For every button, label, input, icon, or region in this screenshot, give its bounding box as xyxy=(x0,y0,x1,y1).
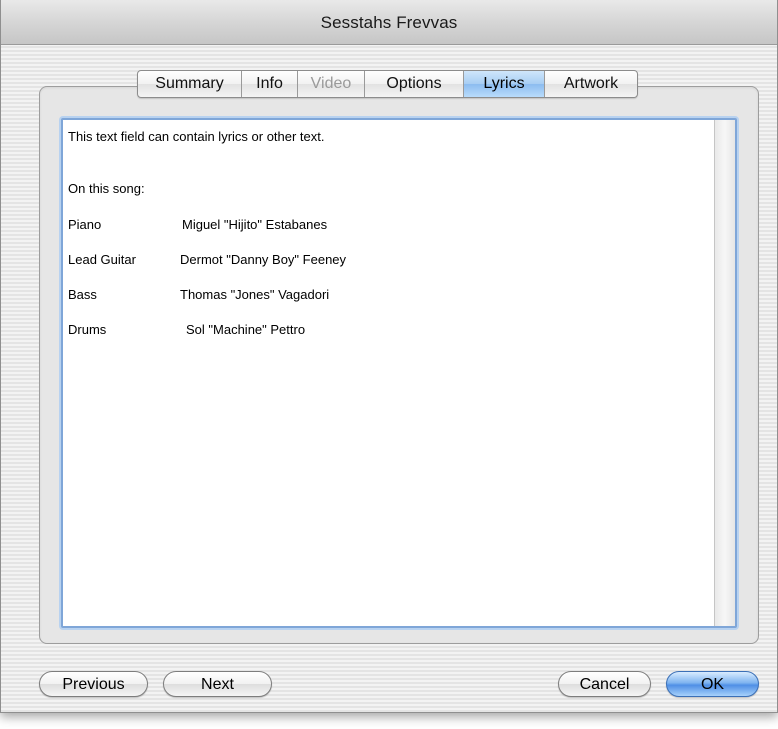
lyrics-section-heading: On this song: xyxy=(68,181,145,196)
credit-name: Thomas "Jones" Vagadori xyxy=(180,287,330,302)
lyrics-intro: This text field can contain lyrics or ot… xyxy=(68,129,325,144)
tab-options[interactable]: Options xyxy=(365,71,464,97)
cancel-button[interactable]: Cancel xyxy=(558,671,651,697)
credit-role: Bass xyxy=(68,287,97,302)
window-title: Sesstahs Frevvas xyxy=(320,13,458,32)
credit-name: Sol "Machine" Pettro xyxy=(186,322,306,337)
tab-artwork[interactable]: Artwork xyxy=(545,71,637,97)
next-button[interactable]: Next xyxy=(163,671,272,697)
dialog-window: Sesstahs Frevvas Summary Info Video Opti… xyxy=(0,0,778,713)
lyrics-text-field[interactable]: This text field can contain lyrics or ot… xyxy=(61,118,737,628)
tab-summary[interactable]: Summary xyxy=(138,71,242,97)
credit-role: Lead Guitar xyxy=(68,252,136,267)
credit-name: Miguel "Hijito" Estabanes xyxy=(182,217,328,232)
title-bar[interactable]: Sesstahs Frevvas xyxy=(1,0,777,45)
tab-info[interactable]: Info xyxy=(242,71,298,97)
credit-role: Piano xyxy=(68,217,102,232)
ok-button[interactable]: OK xyxy=(666,671,759,697)
tab-bar: Summary Info Video Options Lyrics Artwor… xyxy=(137,70,638,98)
credit-name: Dermot "Danny Boy" Feeney xyxy=(180,252,347,267)
vertical-scrollbar[interactable] xyxy=(714,120,735,626)
tab-video: Video xyxy=(298,71,365,97)
previous-button[interactable]: Previous xyxy=(39,671,148,697)
tab-lyrics[interactable]: Lyrics xyxy=(464,71,545,97)
credit-role: Drums xyxy=(68,322,107,337)
